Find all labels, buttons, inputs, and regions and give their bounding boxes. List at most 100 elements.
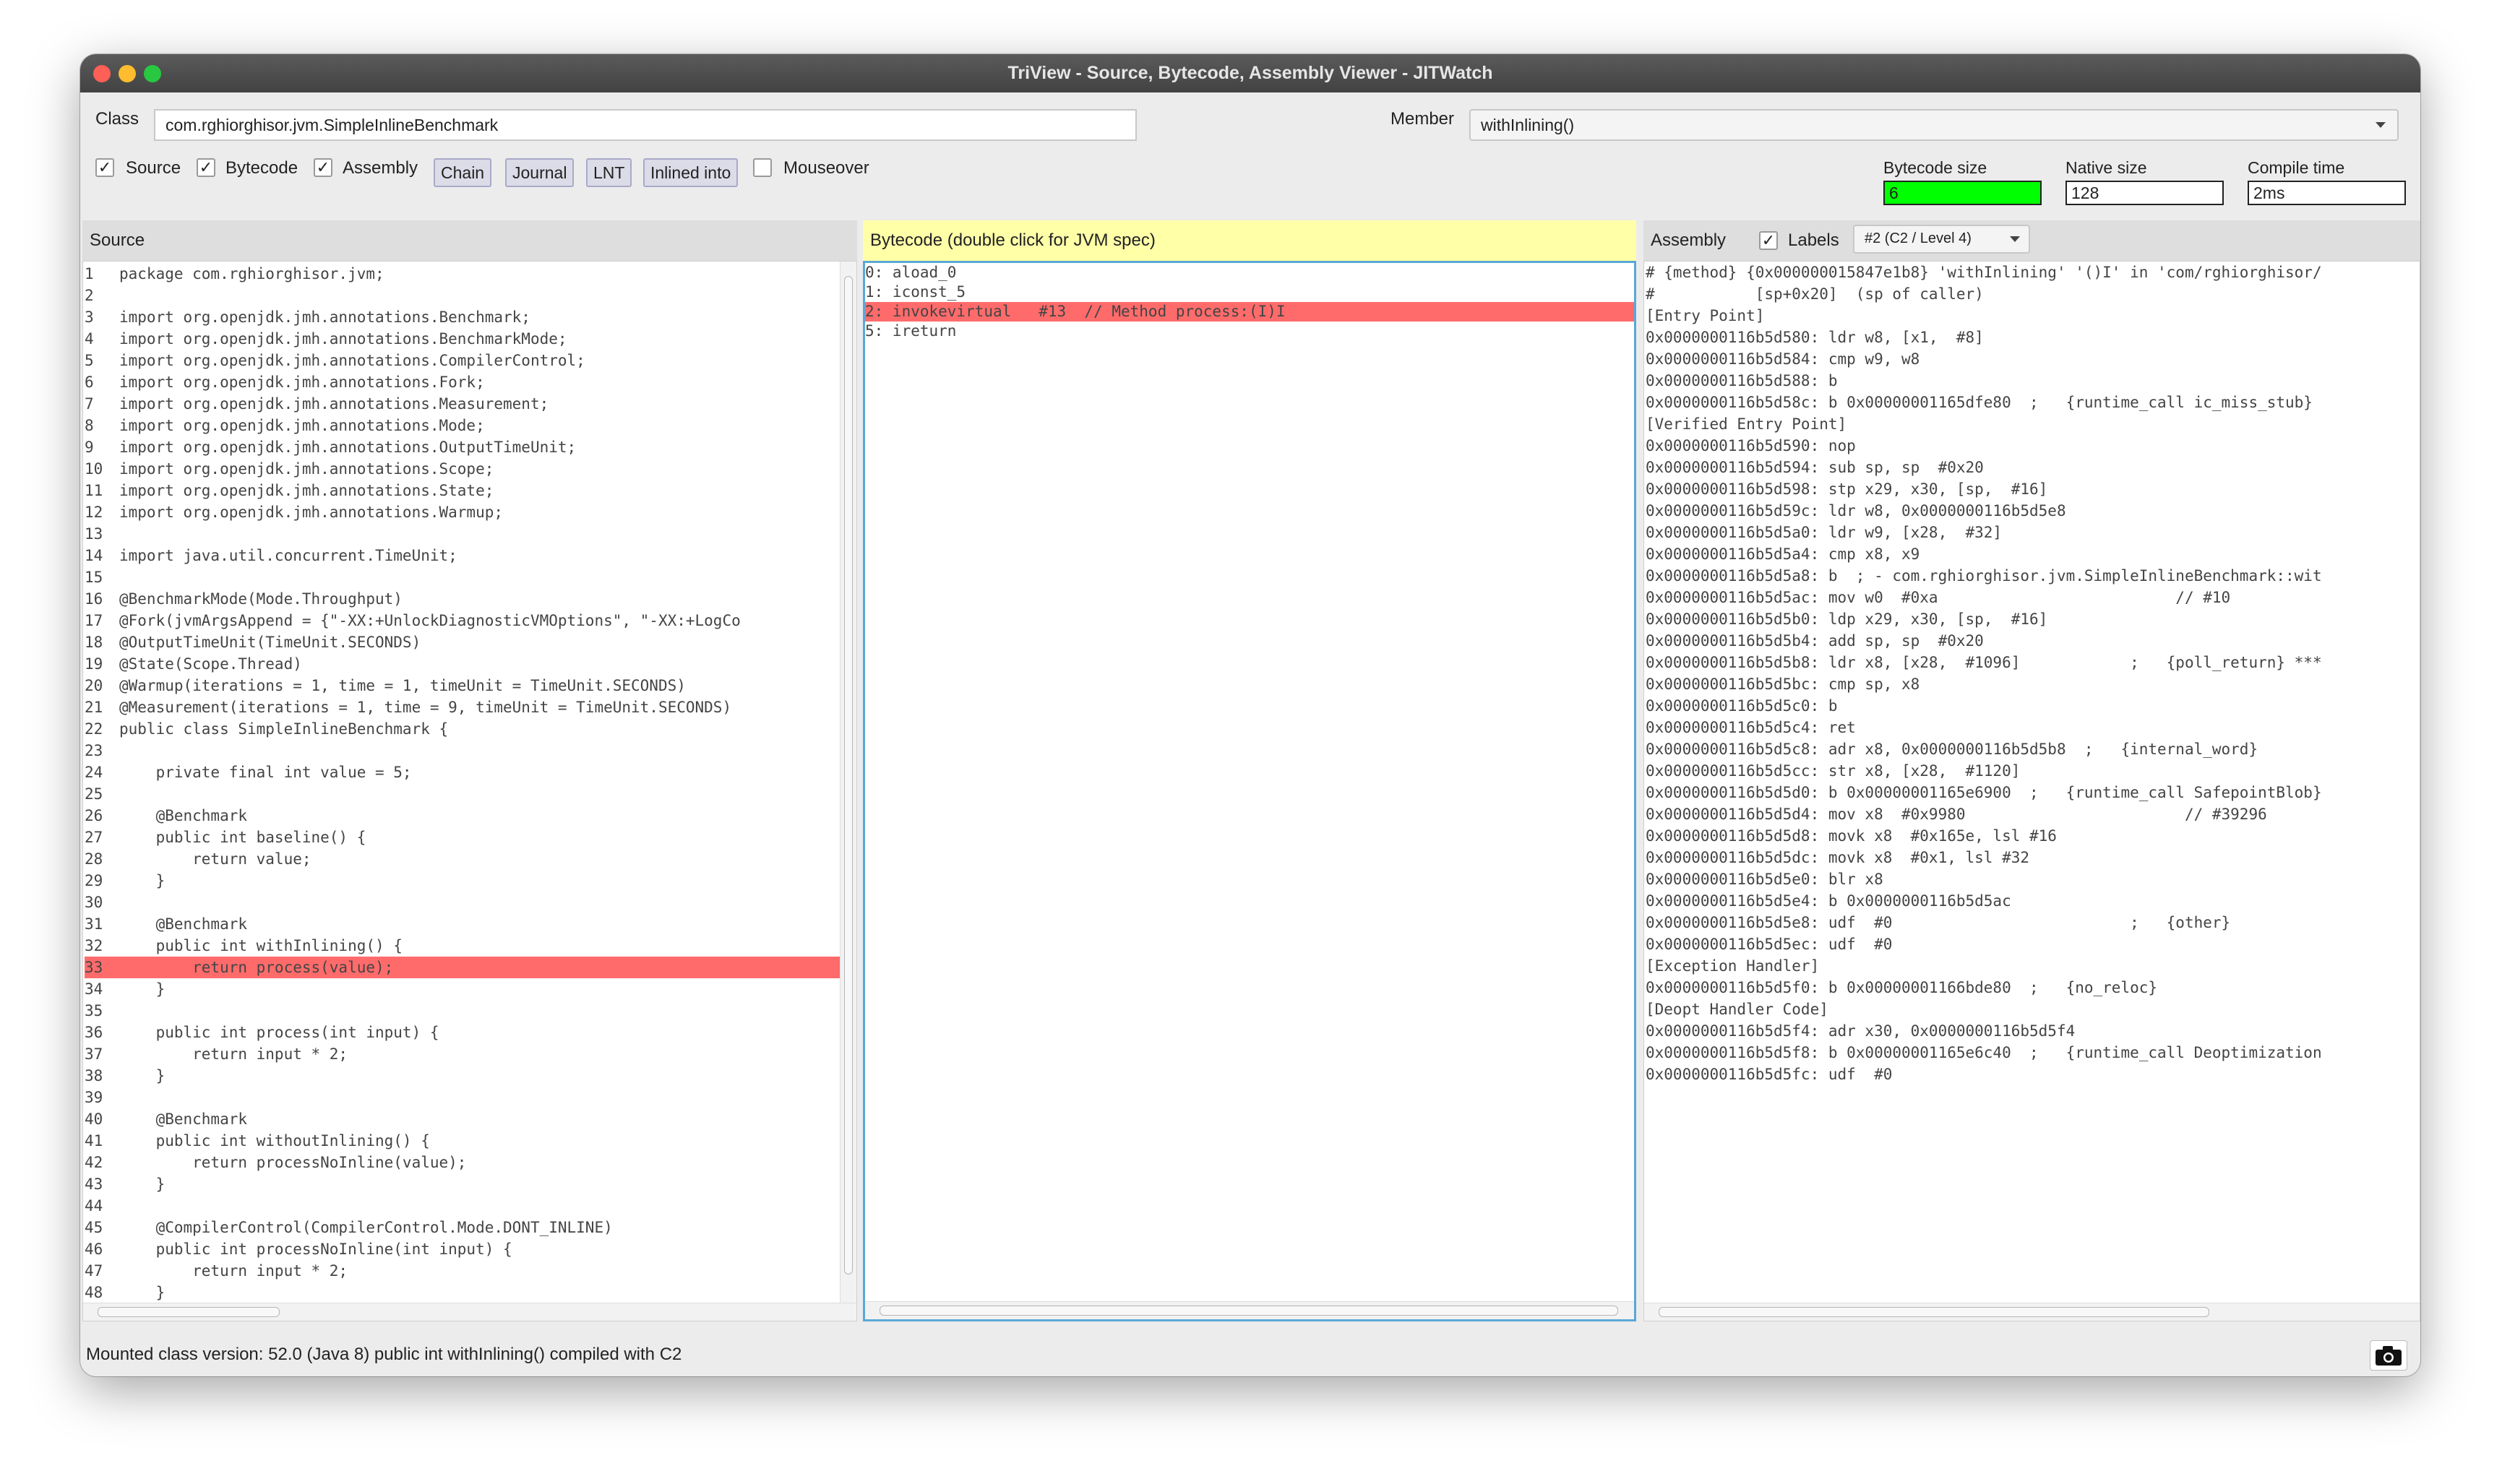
source-line[interactable]: 36 public int process(int input) {	[85, 1022, 856, 1043]
assembly-line[interactable]: 0x0000000116b5d5dc: movk x8 #0x1, lsl #3…	[1646, 847, 2420, 868]
source-line[interactable]: 45 @CompilerControl(CompilerControl.Mode…	[85, 1217, 856, 1238]
source-vertical-scrollbar[interactable]	[840, 262, 856, 1321]
assembly-view[interactable]: # {method} {0x000000015847e1b8} 'withInl…	[1643, 261, 2420, 1321]
assembly-line[interactable]: 0x0000000116b5d58c: b 0x00000001165dfe80…	[1646, 392, 2420, 413]
source-line[interactable]: 43 }	[85, 1173, 856, 1195]
assembly-line[interactable]: 0x0000000116b5d5fc: udf #0	[1646, 1064, 2420, 1085]
bytecode-instruction[interactable]: 0: aload_0	[865, 263, 1634, 282]
assembly-line[interactable]: 0x0000000116b5d580: ldr w8, [x1, #8]	[1646, 327, 2420, 348]
source-code-view[interactable]: 1 package com.rghiorghisor.jvm; 2 3 import o…	[82, 261, 857, 1321]
assembly-line[interactable]: 0x0000000116b5d5ec: udf #0	[1646, 933, 2420, 955]
assembly-line[interactable]: [Entry Point]	[1646, 305, 2420, 327]
assembly-line[interactable]: 0x0000000116b5d5b0: ldp x29, x30, [sp, #…	[1646, 608, 2420, 630]
assembly-line[interactable]: 0x0000000116b5d5d4: mov x8 #0x9980 // #3…	[1646, 803, 2420, 825]
assembly-line[interactable]: 0x0000000116b5d5a8: b ; - com.rghiorghis…	[1646, 565, 2420, 587]
assembly-line[interactable]: 0x0000000116b5d59c: ldr w8, 0x0000000116…	[1646, 500, 2420, 522]
assembly-line[interactable]: 0x0000000116b5d5f8: b 0x00000001165e6c40…	[1646, 1042, 2420, 1064]
scrollbar-thumb[interactable]	[880, 1306, 1618, 1316]
source-line[interactable]: 23	[85, 740, 856, 762]
source-line[interactable]: 9 import org.openjdk.jmh.annotations.Outp…	[85, 436, 856, 458]
scrollbar-thumb[interactable]	[844, 276, 853, 1274]
assembly-line[interactable]: 0x0000000116b5d584: cmp w9, w8	[1646, 348, 2420, 370]
source-line[interactable]: 28 return value;	[85, 848, 856, 870]
assembly-line[interactable]: 0x0000000116b5d5f0: b 0x00000001166bde80…	[1646, 977, 2420, 998]
assembly-line[interactable]: 0x0000000116b5d5b8: ldr x8, [x28, #1096]…	[1646, 652, 2420, 673]
source-line[interactable]: 22 public class SimpleInlineBenchmark {	[85, 718, 856, 740]
bytecode-instruction[interactable]: 2: invokevirtual #13 // Method process:(…	[865, 302, 1634, 322]
source-line[interactable]: 48 }	[85, 1282, 856, 1303]
assembly-line[interactable]: 0x0000000116b5d590: nop	[1646, 435, 2420, 457]
source-line[interactable]: 27 public int baseline() {	[85, 827, 856, 848]
bytecode-instruction[interactable]: 1: iconst_5	[865, 282, 1634, 302]
source-line[interactable]: 38 }	[85, 1065, 856, 1087]
snapshot-button[interactable]	[2370, 1340, 2407, 1371]
assembly-line[interactable]: 0x0000000116b5d5c4: ret	[1646, 717, 2420, 738]
minimize-window-button[interactable]	[119, 65, 136, 82]
source-line[interactable]: 40 @Benchmark	[85, 1108, 856, 1130]
assembly-line[interactable]: 0x0000000116b5d5bc: cmp sp, x8	[1646, 673, 2420, 695]
source-line[interactable]: 10 import org.openjdk.jmh.annotations.Sco…	[85, 458, 856, 480]
source-line[interactable]: 30	[85, 892, 856, 913]
assembly-line[interactable]: [Exception Handler]	[1646, 955, 2420, 977]
source-line[interactable]: 47 return input * 2;	[85, 1260, 856, 1282]
source-line[interactable]: 42 return processNoInline(value);	[85, 1152, 856, 1173]
source-line[interactable]: 15	[85, 566, 856, 588]
source-line[interactable]: 12 import org.openjdk.jmh.annotations.War…	[85, 501, 856, 523]
zoom-window-button[interactable]	[144, 65, 161, 82]
source-horizontal-scrollbar[interactable]	[83, 1303, 856, 1321]
source-line[interactable]: 29 }	[85, 870, 856, 892]
bytecode-instruction[interactable]: 5: ireturn	[865, 322, 1634, 341]
inlined-into-button[interactable]: Inlined into	[643, 158, 739, 187]
source-line[interactable]: 11 import org.openjdk.jmh.annotations.Sta…	[85, 480, 856, 501]
compilation-select[interactable]: #2 (C2 / Level 4)	[1853, 225, 2030, 254]
source-line[interactable]: 8 import org.openjdk.jmh.annotations.Mode…	[85, 415, 856, 436]
source-line[interactable]: 7 import org.openjdk.jmh.annotations.Meas…	[85, 393, 856, 415]
source-line[interactable]: 32 public int withInlining() {	[85, 935, 856, 957]
source-line[interactable]: 44	[85, 1195, 856, 1217]
member-select[interactable]: withInlining()	[1469, 109, 2399, 141]
lnt-button[interactable]: LNT	[586, 158, 632, 187]
source-line[interactable]: 39	[85, 1087, 856, 1108]
assembly-checkbox[interactable]: ✓	[314, 158, 332, 177]
source-line[interactable]: 3 import org.openjdk.jmh.annotations.Benc…	[85, 306, 856, 328]
assembly-line[interactable]: 0x0000000116b5d5d8: movk x8 #0x165e, lsl…	[1646, 825, 2420, 847]
source-line[interactable]: 41 public int withoutInlining() {	[85, 1130, 856, 1152]
assembly-line[interactable]: 0x0000000116b5d5b4: add sp, sp #0x20	[1646, 630, 2420, 652]
journal-button[interactable]: Journal	[505, 158, 575, 187]
source-line[interactable]: 6 import org.openjdk.jmh.annotations.Fork…	[85, 371, 856, 393]
assembly-line[interactable]: [Deopt Handler Code]	[1646, 998, 2420, 1020]
assembly-line[interactable]: 0x0000000116b5d5c8: adr x8, 0x0000000116…	[1646, 738, 2420, 760]
assembly-line[interactable]: 0x0000000116b5d5ac: mov w0 #0xa // #10	[1646, 587, 2420, 608]
source-line[interactable]: 20 @Warmup(iterations = 1, time = 1, time…	[85, 675, 856, 696]
class-field[interactable]: com.rghiorghisor.jvm.SimpleInlineBenchma…	[154, 109, 1137, 141]
source-line[interactable]: 13	[85, 523, 856, 545]
source-line[interactable]: 1 package com.rghiorghisor.jvm;	[85, 263, 856, 285]
source-line[interactable]: 2	[85, 285, 856, 306]
assembly-line[interactable]: 0x0000000116b5d588: b	[1646, 370, 2420, 392]
assembly-line[interactable]: # {method} {0x000000015847e1b8} 'withInl…	[1646, 262, 2420, 283]
assembly-line[interactable]: 0x0000000116b5d5e4: b 0x0000000116b5d5ac	[1646, 890, 2420, 912]
source-line[interactable]: 21 @Measurement(iterations = 1, time = 9,…	[85, 696, 856, 718]
source-line[interactable]: 35	[85, 1000, 856, 1022]
source-checkbox[interactable]: ✓	[95, 158, 114, 177]
source-line[interactable]: 25	[85, 783, 856, 805]
source-line[interactable]: 5 import org.openjdk.jmh.annotations.Comp…	[85, 350, 856, 371]
assembly-line[interactable]: 0x0000000116b5d5cc: str x8, [x28, #1120]	[1646, 760, 2420, 782]
mouseover-checkbox[interactable]	[753, 158, 772, 177]
source-line[interactable]: 46 public int processNoInline(int input)…	[85, 1238, 856, 1260]
source-line[interactable]: 18 @OutputTimeUnit(TimeUnit.SECONDS)	[85, 631, 856, 653]
assembly-line[interactable]: 0x0000000116b5d5f4: adr x30, 0x000000011…	[1646, 1020, 2420, 1042]
source-line[interactable]: 16 @BenchmarkMode(Mode.Throughput)	[85, 588, 856, 610]
bytecode-checkbox[interactable]: ✓	[197, 158, 215, 177]
assembly-line[interactable]: # [sp+0x20] (sp of caller)	[1646, 283, 2420, 305]
assembly-line[interactable]: 0x0000000116b5d5a0: ldr w9, [x28, #32]	[1646, 522, 2420, 543]
bytecode-view[interactable]: 0: aload_0 1: iconst_5 2: invokevirtual #1…	[863, 261, 1636, 1321]
source-line[interactable]: 34 }	[85, 978, 856, 1000]
source-line[interactable]: 4 import org.openjdk.jmh.annotations.Benc…	[85, 328, 856, 350]
assembly-line[interactable]: 0x0000000116b5d5c0: b	[1646, 695, 2420, 717]
source-line[interactable]: 14 import java.util.concurrent.TimeUnit;	[85, 545, 856, 566]
source-line[interactable]: 24 private final int value = 5;	[85, 762, 856, 783]
assembly-horizontal-scrollbar[interactable]	[1644, 1303, 2420, 1321]
source-line[interactable]: 17 @Fork(jvmArgsAppend = {"-XX:+UnlockDia…	[85, 610, 856, 631]
assembly-line[interactable]: 0x0000000116b5d594: sub sp, sp #0x20	[1646, 457, 2420, 478]
